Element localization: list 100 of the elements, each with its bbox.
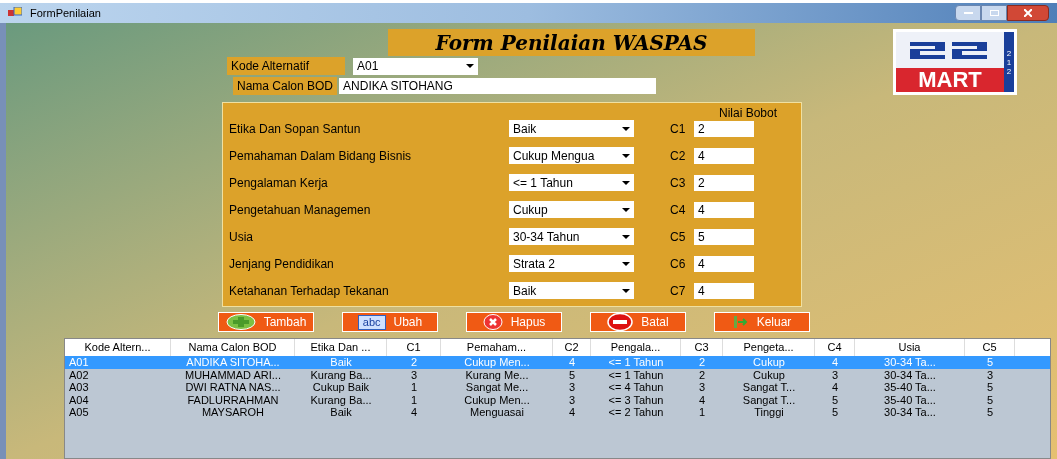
table-cell-text: 3: [985, 368, 995, 381]
table-cell-text: 5: [985, 406, 995, 419]
close-button[interactable]: [1007, 5, 1049, 21]
criteria-dropdown[interactable]: Cukup: [509, 201, 634, 218]
column-header[interactable]: Kode Altern...: [65, 339, 171, 356]
criteria-dropdown[interactable]: Baik: [509, 282, 634, 299]
table-cell-text: 3: [830, 368, 840, 381]
exit-door-icon: [732, 315, 749, 329]
table-cell-text: 4: [830, 381, 840, 394]
table-cell-text: Baik: [329, 406, 353, 419]
table-cell-text: Menguasai: [469, 406, 525, 419]
table-cell-text: 5: [567, 368, 577, 381]
column-header[interactable]: C3: [681, 339, 723, 356]
weight-input[interactable]: 4: [694, 282, 754, 299]
dropdown-arrow-icon: [622, 261, 630, 266]
table-cell-text: Cukup Men...: [463, 393, 531, 406]
weight-input[interactable]: 2: [694, 120, 754, 137]
edit-button[interactable]: abc Ubah: [342, 312, 438, 332]
table-cell-text: 5: [985, 356, 995, 369]
criteria-dropdown[interactable]: Cukup Mengua: [509, 147, 634, 164]
logo-number: 212: [1005, 48, 1013, 76]
table-cell-text: 2: [697, 368, 707, 381]
column-header[interactable]: Pengeta...: [723, 339, 815, 356]
table-cell-text: Tinggi: [753, 406, 785, 419]
field-label: Kode Alternatif: [227, 57, 345, 75]
dropdown-arrow-icon: [622, 207, 630, 212]
table-cell-text: Baik: [329, 356, 353, 369]
table-cell-text: A03: [68, 381, 90, 394]
table-row[interactable]: A03 DWI RATNA NAS... Cukup Baik 1 Sangat Me... 3 <= 4 Tahun 3 Sangat T... 4 35-40 Ta... 5: [65, 381, 1050, 394]
table-cell-text: A04: [68, 393, 90, 406]
minimize-button[interactable]: [955, 5, 981, 21]
criteria-code: C1: [670, 120, 687, 138]
column-header[interactable]: Pengala...: [591, 339, 681, 356]
table-cell-text: 4: [567, 406, 577, 419]
criteria-label: Usia: [229, 228, 254, 246]
column-header[interactable]: C5: [965, 339, 1015, 356]
criteria-code: C3: [670, 174, 687, 192]
dropdown-arrow-icon: [622, 180, 630, 185]
table-cell-text: <= 1 Tahun: [607, 368, 665, 381]
criteria-dropdown[interactable]: <= 1 Tahun: [509, 174, 634, 191]
table-cell-text: A01: [68, 356, 90, 369]
table-cell-text: 2: [697, 356, 707, 369]
table-cell-text: 3: [409, 368, 419, 381]
criteria-code: C2: [670, 147, 687, 165]
window-title: FormPenilaian: [30, 5, 101, 21]
table-row[interactable]: A05 MAYSAROH Baik 4 Menguasai 4 <= 2 Tahun 1 Tinggi 5 30-34 Ta... 5: [65, 406, 1050, 419]
field-label: Nama Calon BOD: [233, 77, 338, 95]
weight-input[interactable]: 4: [694, 147, 754, 164]
table-cell-text: <= 3 Tahun: [607, 393, 665, 406]
column-header[interactable]: Etika Dan ...: [295, 339, 387, 356]
maximize-button[interactable]: [981, 5, 1007, 21]
table-cell-text: FADLURRAHMAN: [186, 393, 280, 406]
logo-mark-icon: [910, 40, 990, 60]
table-cell-text: MAYSAROH: [200, 406, 266, 419]
criteria-label: Ketahanan Terhadap Tekanan: [229, 282, 390, 300]
table-cell-text: 1: [409, 393, 419, 406]
dropdown-arrow-icon: [622, 153, 630, 158]
criteria-label: Pengetahuan Managemen: [229, 201, 372, 219]
table-cell-text: Kurang Ba...: [309, 393, 373, 406]
criteria-code: C4: [670, 201, 687, 219]
code-dropdown[interactable]: A01: [353, 57, 478, 75]
criteria-dropdown[interactable]: 30-34 Tahun: [509, 228, 634, 245]
weight-input[interactable]: 4: [694, 255, 754, 272]
name-input[interactable]: ANDIKA SITOHANG: [339, 78, 657, 94]
column-header[interactable]: Pemaham...: [441, 339, 553, 356]
column-header[interactable]: C2: [553, 339, 591, 356]
weight-input[interactable]: 4: [694, 201, 754, 218]
column-header[interactable]: Nama Calon BOD: [171, 339, 295, 356]
table-cell-text: 30-34 Ta...: [883, 356, 937, 369]
criteria-label: Pengalaman Kerja: [229, 174, 329, 192]
panel-heading: Nilai Bobot: [718, 105, 777, 122]
criteria-label: Pemahaman Dalam Bidang Bisnis: [229, 147, 413, 165]
table-cell-text: <= 4 Tahun: [607, 381, 665, 394]
column-header[interactable]: C1: [387, 339, 441, 356]
column-header[interactable]: Usia: [855, 339, 965, 356]
column-header[interactable]: C4: [815, 339, 855, 356]
table-cell-text: ANDIKA SITOHA...: [185, 356, 281, 369]
weight-input[interactable]: 5: [694, 228, 754, 245]
form-title: Form Penilaian WASPAS: [388, 29, 755, 56]
table-cell-text: Sangat T...: [741, 393, 797, 406]
criteria-dropdown[interactable]: Baik: [509, 120, 634, 137]
table-cell-text: 2: [409, 356, 419, 369]
dropdown-arrow-icon: [622, 126, 630, 131]
table-cell-text: Sangat T...: [741, 381, 797, 394]
logo: MART 212: [893, 29, 1017, 95]
table-cell-text: 30-34 Ta...: [883, 406, 937, 419]
minus-icon: [607, 313, 634, 331]
table-row[interactable]: A04 FADLURRAHMAN Kurang Ba... 1 Cukup Men... 3 <= 3 Tahun 4 Sangat T... 5 35-40 Ta... 5: [65, 393, 1050, 406]
table-row[interactable]: A02 MUHAMMAD ARI... Kurang Ba... 3 Kurang Me... 5 <= 1 Tahun 2 Cukup 3 30-34 Ta... 3: [65, 368, 1050, 381]
table-cell-text: 5: [830, 406, 840, 419]
table-cell-text: A05: [68, 406, 90, 419]
table-cell-text: 5: [830, 393, 840, 406]
table-cell-text: 4: [567, 356, 577, 369]
table-cell-text: Sangat Me...: [464, 381, 530, 394]
table-cell-text: 35-40 Ta...: [883, 381, 937, 394]
table-cell-text: <= 2 Tahun: [607, 406, 665, 419]
table-cell-text: 3: [567, 381, 577, 394]
weight-input[interactable]: 2: [694, 174, 754, 191]
criteria-dropdown[interactable]: Strata 2: [509, 255, 634, 272]
table-cell-text: Cukup Baik: [311, 381, 371, 394]
